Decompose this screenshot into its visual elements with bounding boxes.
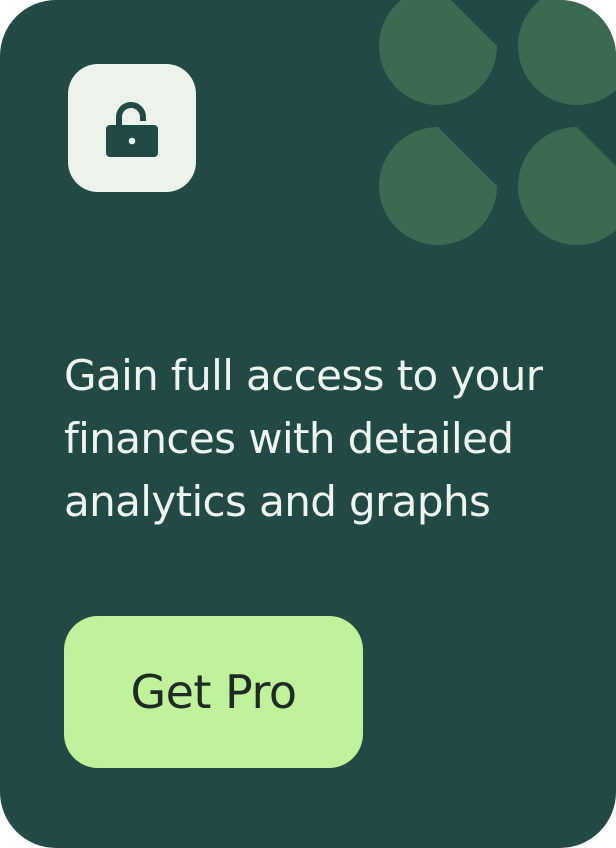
promo-headline: Gain full access to your finances with d… xyxy=(64,351,543,526)
pro-upgrade-card: Gain full access to your finances with d… xyxy=(0,0,616,848)
unlocked-padlock-icon xyxy=(106,102,158,157)
decor-shape-top-right xyxy=(518,0,616,105)
get-pro-button[interactable]: Get Pro xyxy=(64,616,363,768)
decor-shape-bottom-left xyxy=(379,127,497,245)
decor-shape-bottom-right xyxy=(518,127,616,245)
decor-shape-top-left xyxy=(379,0,497,105)
lock-icon-tile xyxy=(68,64,196,192)
